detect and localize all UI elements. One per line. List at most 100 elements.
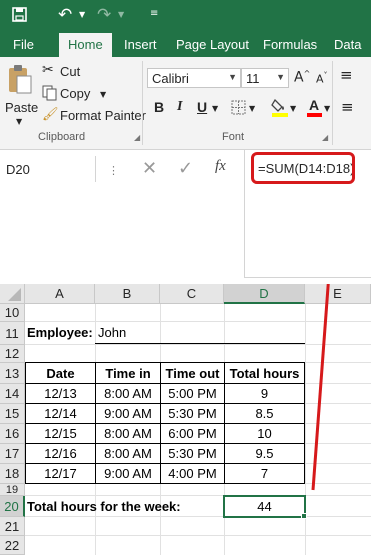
redo-icon: ↷: [97, 5, 112, 25]
table-cell[interactable]: 9:00 AM: [96, 466, 160, 481]
borders-dropdown-icon[interactable]: ▼: [249, 104, 255, 113]
header-time-in[interactable]: Time in: [96, 366, 160, 381]
font-color-icon[interactable]: A: [306, 97, 322, 117]
total-label-cell[interactable]: Total hours for the week:: [27, 499, 181, 514]
fill-color-icon[interactable]: [271, 97, 289, 122]
name-box-dropdown-icon[interactable]: ⋮: [108, 164, 119, 177]
font-color-dropdown-icon[interactable]: ▼: [324, 104, 330, 113]
font-launcher-icon[interactable]: ◢: [322, 133, 328, 142]
clipboard-launcher-icon[interactable]: ◢: [134, 133, 140, 142]
tab-data[interactable]: Data: [334, 37, 361, 52]
table-cell[interactable]: 12/17: [26, 466, 95, 481]
table-cell[interactable]: 6:00 PM: [161, 426, 224, 441]
underline-dropdown-icon[interactable]: ▼: [212, 104, 218, 113]
table-cell[interactable]: 4:00 PM: [161, 466, 224, 481]
font-group-label: Font: [222, 131, 245, 143]
row-header[interactable]: 18: [0, 464, 25, 484]
select-all-button[interactable]: [0, 284, 25, 304]
employee-label-cell[interactable]: Employee:: [27, 325, 93, 340]
row-header[interactable]: 12: [0, 345, 25, 363]
table-cell[interactable]: 8.5: [225, 406, 304, 421]
copy-button[interactable]: Copy ▼: [42, 85, 122, 103]
table-cell[interactable]: 8:00 AM: [96, 446, 160, 461]
row-header[interactable]: 14: [0, 384, 25, 404]
paste-button[interactable]: Paste ▼: [4, 62, 38, 126]
format-painter-button[interactable]: 🖌 Format Painter: [42, 107, 146, 125]
name-box[interactable]: D20: [0, 156, 96, 182]
table-cell[interactable]: 5:00 PM: [161, 386, 224, 401]
ribbon-separator: [332, 61, 333, 145]
table-cell[interactable]: 5:30 PM: [161, 406, 224, 421]
table-cell[interactable]: 12/15: [26, 426, 95, 441]
insert-function-icon[interactable]: fx: [215, 158, 226, 175]
undo-icon[interactable]: ↶: [58, 5, 72, 25]
table-cell[interactable]: 9:00 AM: [96, 406, 160, 421]
row-header[interactable]: 15: [0, 404, 25, 424]
undo-dropdown-icon[interactable]: ▼: [79, 10, 85, 19]
column-header-a[interactable]: A: [25, 284, 95, 304]
header-date[interactable]: Date: [26, 366, 95, 381]
font-name-value: Calibri: [152, 71, 189, 86]
cancel-icon[interactable]: ✕: [142, 158, 157, 179]
tab-file[interactable]: File: [13, 37, 34, 52]
column-header-b[interactable]: B: [95, 284, 160, 304]
tab-home[interactable]: Home: [59, 33, 112, 57]
column-header-d[interactable]: D: [224, 284, 305, 304]
row-header[interactable]: 13: [0, 363, 25, 384]
header-time-out[interactable]: Time out: [161, 366, 224, 381]
row-header-selected[interactable]: 20: [0, 496, 25, 517]
column-header-e[interactable]: E: [305, 284, 371, 304]
borders-icon[interactable]: [231, 100, 246, 120]
row-header[interactable]: 19: [0, 484, 25, 496]
table-cell[interactable]: 9: [225, 386, 304, 401]
tab-page-layout[interactable]: Page Layout: [176, 37, 249, 52]
table-cell[interactable]: 8:00 AM: [96, 386, 160, 401]
tab-insert[interactable]: Insert: [124, 37, 157, 52]
fill-color-dropdown-icon[interactable]: ▼: [290, 104, 296, 113]
italic-button[interactable]: I: [177, 99, 182, 115]
save-icon[interactable]: [12, 7, 27, 22]
header-total-hours[interactable]: Total hours: [225, 366, 304, 381]
customize-qat-icon[interactable]: ≡: [150, 8, 158, 19]
table-cell[interactable]: 8:00 AM: [96, 426, 160, 441]
clipboard-group-label: Clipboard: [38, 131, 86, 143]
font-size-value: 11: [246, 71, 260, 86]
worksheet-grid[interactable]: A B C D E 10 11 12 13 14 15 16 17 18 19 …: [0, 284, 371, 555]
shrink-font-icon[interactable]: A˅: [316, 71, 328, 86]
row-header[interactable]: 17: [0, 444, 25, 464]
table-cell[interactable]: 9.5: [225, 446, 304, 461]
enter-icon[interactable]: ✓: [178, 158, 193, 179]
row-header[interactable]: 11: [0, 322, 25, 345]
row-header[interactable]: 16: [0, 424, 25, 444]
formula-highlight-box: [251, 152, 355, 184]
font-name-combo[interactable]: Calibri ▼: [147, 68, 241, 88]
employee-underline: [95, 343, 305, 344]
font-size-combo[interactable]: 11 ▼: [241, 68, 289, 88]
tab-formulas[interactable]: Formulas: [263, 37, 317, 52]
cut-label: Cut: [60, 64, 81, 79]
table-cell[interactable]: 5:30 PM: [161, 446, 224, 461]
table-cell[interactable]: 12/13: [26, 386, 95, 401]
row-header[interactable]: 21: [0, 517, 25, 536]
table-cell[interactable]: 12/16: [26, 446, 95, 461]
table-cell[interactable]: 7: [225, 466, 304, 481]
format-painter-label: Format Painter: [60, 108, 146, 123]
table-cell[interactable]: 10: [225, 426, 304, 441]
column-header-c[interactable]: C: [160, 284, 224, 304]
employee-name-cell[interactable]: John: [98, 325, 126, 340]
copy-icon: [42, 85, 57, 106]
row-header[interactable]: 22: [0, 536, 25, 555]
align-top-icon[interactable]: ≡: [340, 66, 353, 84]
table-cell[interactable]: 12/14: [26, 406, 95, 421]
fill-handle[interactable]: [301, 513, 307, 519]
cut-button[interactable]: ✂ Cut: [42, 62, 102, 81]
underline-button[interactable]: U: [197, 99, 207, 115]
brush-icon: 🖌: [42, 107, 59, 122]
ribbon-tabs: File Home Insert Page Layout Formulas Da…: [0, 33, 371, 57]
total-value-cell[interactable]: 44: [225, 499, 304, 514]
grow-font-icon[interactable]: A^: [294, 69, 310, 86]
row-header[interactable]: 10: [0, 304, 25, 322]
bold-button[interactable]: B: [154, 99, 164, 115]
redo-dropdown-icon: ▼: [118, 10, 125, 19]
align-left-icon[interactable]: ≡: [341, 98, 354, 116]
